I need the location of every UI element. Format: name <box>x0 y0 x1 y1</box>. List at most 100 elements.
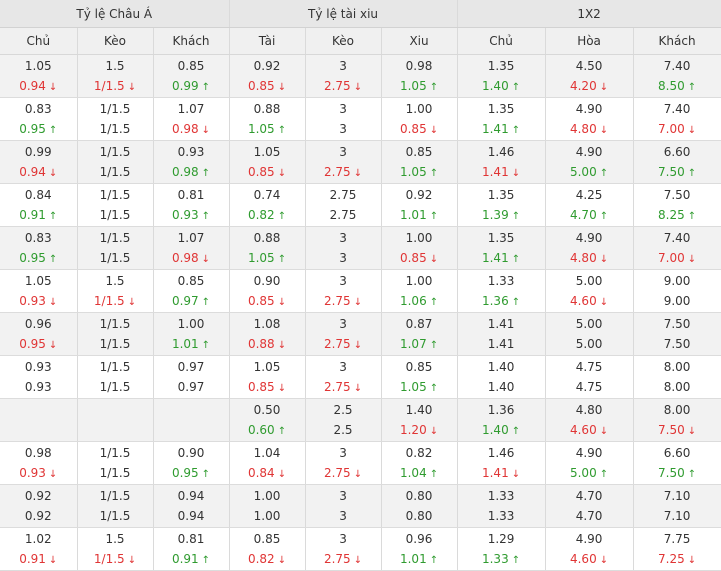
odds-value: 0.97 <box>171 294 199 308</box>
odds-value: 7.50 <box>663 317 691 331</box>
odds-cell: 0.94 ↓ <box>0 162 78 184</box>
arrow-up-icon: ↑ <box>277 211 287 222</box>
odds-value: 1.40 <box>405 403 433 417</box>
odds-cell: 3 <box>305 119 382 141</box>
odds-value: 1.41 <box>481 466 509 480</box>
odds-cell: 3 <box>305 140 382 162</box>
odds-cell: 7.50 <box>633 312 721 334</box>
odds-cell: 0.85 ↓ <box>229 162 306 184</box>
odds-cell: 7.50 ↑ <box>633 463 721 485</box>
odds-value: 7.25 <box>658 552 685 566</box>
odds-value: 4.25 <box>575 188 603 202</box>
arrow-up-icon: ↑ <box>429 383 439 394</box>
odds-cell: 7.00 ↓ <box>633 119 721 141</box>
odds-row-bottom: 0.93 ↓ 1/1.5 ↓ 0.97 ↑ 0.85 ↓ 2.75 ↓ 1.06 ↑ 1.36 ↑ 4.60… <box>0 291 721 313</box>
odds-cell <box>0 420 78 442</box>
odds-cell: 2.75 ↓ <box>305 291 382 313</box>
odds-value: 0.95 <box>19 122 46 136</box>
odds-cell: 0.50 <box>229 398 306 420</box>
arrow-down-icon: ↓ <box>353 469 363 480</box>
odds-value: 0.83 <box>24 102 52 116</box>
odds-row-top: 1.05 1.5 0.85 0.90 3 1.00 1.33 5.00 9.00 <box>0 269 721 291</box>
odds-value: 0.99 <box>24 145 52 159</box>
odds-cell: 0.92 <box>229 54 306 76</box>
arrow-down-icon: ↓ <box>127 82 137 93</box>
odds-value: 1.01 <box>399 208 427 222</box>
odds-cell: 1.39 ↑ <box>457 205 546 227</box>
odds-cell: 7.10 <box>633 484 721 506</box>
odds-cell: 1.07 <box>153 226 230 248</box>
odds-value: 1.05 <box>253 145 281 159</box>
odds-value: 5.00 <box>569 165 597 179</box>
odds-cell: 4.70 <box>545 484 634 506</box>
odds-value: 7.50 <box>658 423 685 437</box>
odds-value: 0.84 <box>24 188 52 202</box>
odds-value: 1/1.5 <box>99 380 131 394</box>
arrow-up-icon: ↑ <box>511 426 521 437</box>
odds-cell: 0.95 ↑ <box>0 119 78 141</box>
odds-cell: 8.50 ↑ <box>633 76 721 98</box>
col-header-total-line: Kèo <box>305 27 382 55</box>
odds-cell: 0.99 ↑ <box>153 76 230 98</box>
odds-cell: 0.88 <box>229 97 306 119</box>
odds-cell: 0.91 ↑ <box>153 549 230 571</box>
odds-cell: 2.5 <box>305 420 382 442</box>
odds-value: 4.20 <box>569 79 597 93</box>
arrow-down-icon: ↓ <box>48 82 58 93</box>
odds-row-top: 0.98 1/1.5 0.90 1.04 3 0.82 1.46 4.90 6.60 <box>0 441 721 463</box>
arrow-down-icon: ↓ <box>48 297 58 308</box>
odds-cell: 1/1.5 <box>77 140 154 162</box>
odds-value: 3 <box>339 122 347 136</box>
odds-cell: 7.00 ↓ <box>633 248 721 270</box>
odds-cell: 2.75 ↓ <box>305 549 382 571</box>
odds-cell: 4.80 <box>545 398 634 420</box>
odds-value: 0.90 <box>177 446 205 460</box>
col-header-home: Chủ <box>0 27 78 55</box>
odds-cell: 1.41 ↑ <box>457 248 546 270</box>
odds-cell: 0.82 ↓ <box>229 549 306 571</box>
odds-value: 0.95 <box>19 251 46 265</box>
odds-cell: 7.40 <box>633 226 721 248</box>
arrow-up-icon: ↑ <box>687 211 697 222</box>
odds-cell: 4.90 <box>545 226 634 248</box>
odds-cell: 0.97 <box>153 355 230 377</box>
odds-value: 7.50 <box>663 337 691 351</box>
odds-cell: 7.40 <box>633 54 721 76</box>
odds-cell: 1.35 <box>457 97 546 119</box>
odds-value: 1.06 <box>399 294 427 308</box>
odds-cell: 0.98 ↓ <box>153 248 230 270</box>
odds-value: 1/1.5 <box>99 208 131 222</box>
odds-value: 1.41 <box>481 251 509 265</box>
odds-value: 0.85 <box>405 360 433 374</box>
col-header-under: Xiu <box>381 27 458 55</box>
odds-cell: 1.05 ↑ <box>381 377 458 399</box>
odds-value: 0.88 <box>247 337 275 351</box>
odds-value: 0.85 <box>405 145 433 159</box>
odds-value: 7.00 <box>658 122 685 136</box>
odds-cell: 1/1.5 <box>77 334 154 356</box>
odds-row-bottom: 0.93 1/1.5 0.97 0.85 ↓ 2.75 ↓ 1.05 ↑ 1.40 4.75 8.00 <box>0 377 721 399</box>
odds-value: 3 <box>339 446 347 460</box>
odds-cell: 0.98 <box>381 54 458 76</box>
odds-cell: 1/1.5 <box>77 355 154 377</box>
odds-cell: 1.40 ↑ <box>457 76 546 98</box>
odds-cell: 4.80 ↓ <box>545 248 634 270</box>
odds-cell: 3 <box>305 506 382 528</box>
odds-cell: 0.87 <box>381 312 458 334</box>
arrow-up-icon: ↑ <box>429 555 439 566</box>
odds-value: 2.5 <box>333 403 353 417</box>
odds-value: 3 <box>339 317 347 331</box>
odds-cell: 3 <box>305 226 382 248</box>
odds-value: 0.98 <box>171 251 199 265</box>
odds-cell: 9.00 <box>633 291 721 313</box>
odds-cell: 1.00 <box>153 312 230 334</box>
odds-value: 4.90 <box>575 446 603 460</box>
odds-cell: 0.97 <box>153 377 230 399</box>
odds-value: 1/1.5 <box>99 466 131 480</box>
odds-value: 4.70 <box>575 489 603 503</box>
odds-cell: 0.85 <box>153 54 230 76</box>
odds-value: 1.00 <box>177 317 205 331</box>
odds-value: 1.39 <box>481 208 509 222</box>
odds-row-top: 1.05 1.5 0.85 0.92 3 0.98 1.35 4.50 7.40 <box>0 54 721 76</box>
odds-cell: 4.25 <box>545 183 634 205</box>
